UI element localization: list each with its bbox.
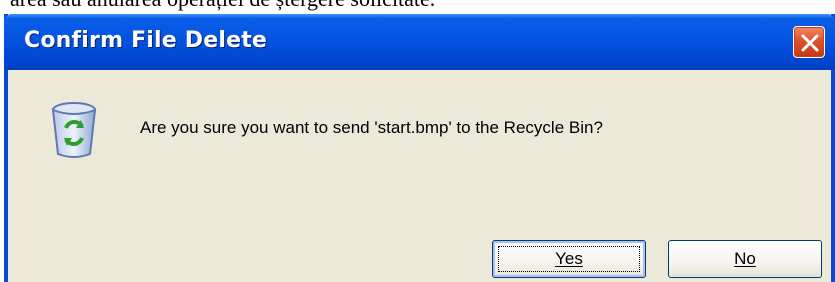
page-caption-text: area sau anularea operației de ștergere … (10, 0, 435, 10)
confirm-message: Are you sure you want to send 'start.bmp… (140, 118, 603, 137)
close-icon (801, 34, 819, 52)
recycle-bin-icon (51, 102, 97, 158)
dialog-content: Are you sure you want to send 'start.bmp… (8, 70, 831, 282)
close-button[interactable] (793, 26, 825, 58)
dialog-title: Confirm File Delete (24, 28, 268, 53)
focus-rectangle (498, 246, 640, 272)
yes-button[interactable]: Yes (492, 240, 646, 278)
no-button-label: No (734, 249, 756, 268)
title-bar[interactable]: Confirm File Delete (4, 14, 835, 70)
confirm-delete-dialog: Confirm File Delete Are you sure you wan… (4, 14, 835, 282)
no-button[interactable]: No (668, 240, 822, 278)
